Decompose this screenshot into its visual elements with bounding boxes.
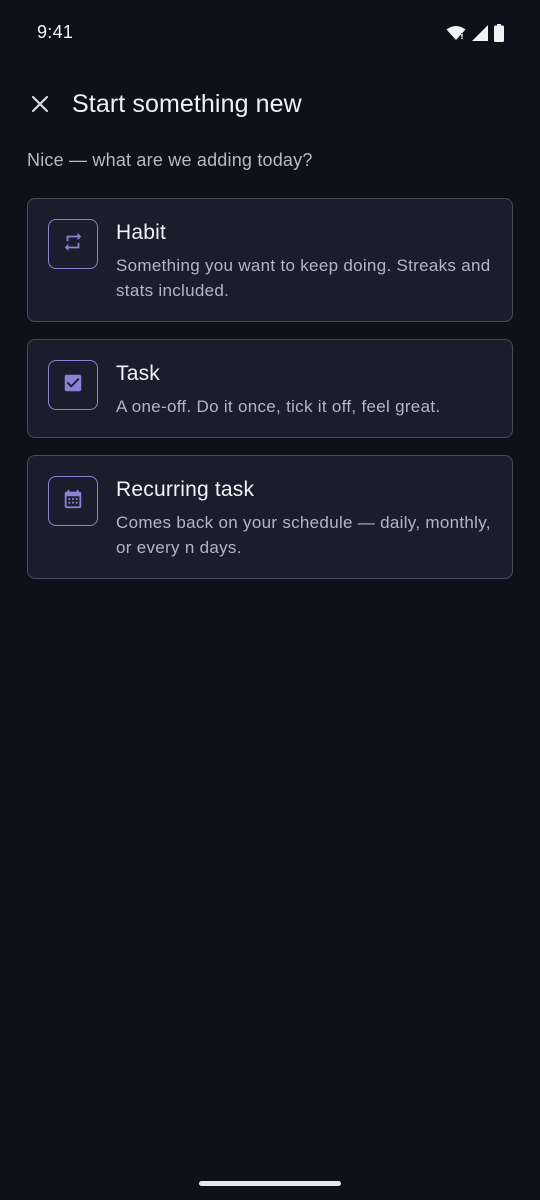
status-time: 9:41 <box>37 22 74 42</box>
option-title: Recurring task <box>116 478 255 501</box>
home-indicator[interactable] <box>199 1181 341 1186</box>
option-description: Something you want to keep doing. Streak… <box>116 256 491 300</box>
repeat-icon <box>62 231 84 258</box>
screen: 9:41 Start something new Nice — what are… <box>0 0 540 1200</box>
option-icon-frame <box>48 360 98 410</box>
subtitle: Nice — what are we adding today? <box>27 150 313 170</box>
status-icons <box>446 24 504 42</box>
battery-icon <box>494 24 504 42</box>
option-description: A one-off. Do it once, tick it off, feel… <box>116 397 441 416</box>
option-description: Comes back on your schedule — daily, mon… <box>116 513 491 557</box>
option-icon-frame <box>48 476 98 526</box>
option-title: Habit <box>116 221 167 244</box>
recurring-task-option-card[interactable]: Recurring task Comes back on your schedu… <box>27 455 513 579</box>
status-bar: 9:41 <box>0 0 540 66</box>
close-button[interactable] <box>22 88 58 124</box>
close-icon <box>31 95 49 118</box>
calendar-icon <box>62 488 84 515</box>
option-title: Task <box>116 362 160 385</box>
wifi-icon <box>446 25 466 41</box>
top-app-bar: Start something new <box>0 80 540 132</box>
checkbox-icon <box>62 372 84 399</box>
habit-option-card[interactable]: Habit Something you want to keep doing. … <box>27 198 513 322</box>
option-list: Habit Something you want to keep doing. … <box>27 198 513 596</box>
task-option-card[interactable]: Task A one-off. Do it once, tick it off,… <box>27 339 513 438</box>
cellular-signal-icon <box>472 25 488 41</box>
page-title: Start something new <box>72 90 302 118</box>
option-icon-frame <box>48 219 98 269</box>
